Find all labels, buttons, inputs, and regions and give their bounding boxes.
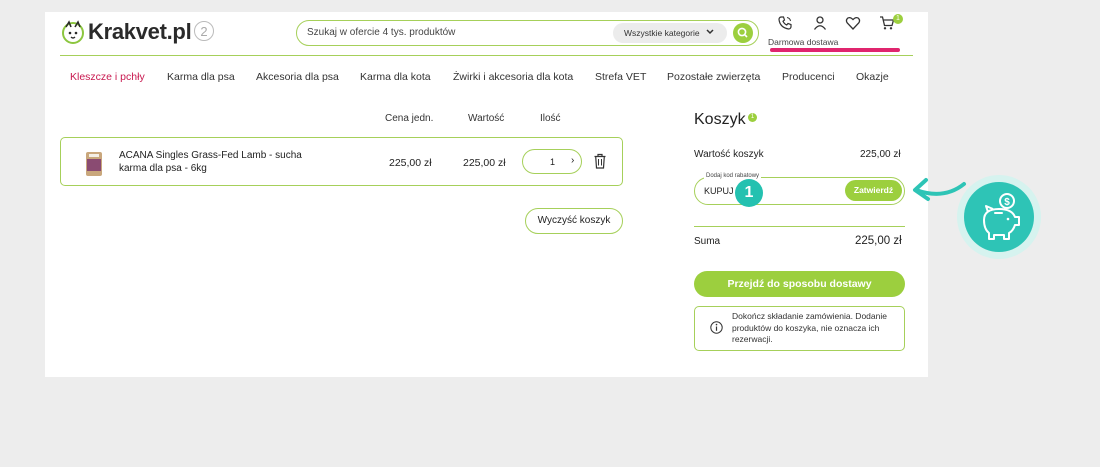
free-delivery-label[interactable]: Darmowa dostawa (768, 37, 838, 47)
category-select[interactable]: Wszystkie kategorie (613, 23, 727, 43)
chevron-right-icon[interactable]: › (571, 155, 574, 166)
cart-count-badge: 1 (893, 14, 903, 24)
search-input[interactable]: Szukaj w ofercie 4 tys. produktów (307, 27, 455, 38)
category-select-label: Wszystkie kategorie (624, 28, 700, 38)
promo-code-field[interactable]: Dodaj kod rabatowy KUPUJ Zatwierdź (694, 173, 905, 205)
chevron-down-icon (706, 29, 714, 35)
summary-divider (694, 226, 905, 227)
column-unit-price: Cena jedn. (385, 113, 434, 124)
item-value: 225,00 zł (463, 157, 506, 169)
nav-item-okazje[interactable]: Okazje (856, 71, 889, 83)
product-thumbnail[interactable] (84, 150, 104, 178)
promo-code-label: Dodaj kod rabatowy (704, 173, 762, 179)
info-icon (710, 321, 723, 334)
clear-cart-button[interactable]: Wyczyść koszyk (525, 208, 623, 234)
quantity-stepper[interactable]: 1 › (522, 149, 582, 174)
trash-icon[interactable] (593, 153, 607, 169)
nav-item-producenci[interactable]: Producenci (782, 71, 835, 83)
nav-item-akcesoria-psa[interactable]: Akcesoria dla psa (256, 71, 339, 83)
svg-text:2: 2 (201, 24, 208, 39)
phone-icon[interactable] (777, 15, 793, 31)
nav-item-karma-psa[interactable]: Karma dla psa (167, 71, 235, 83)
product-name[interactable]: ACANA Singles Grass-Fed Lamb - sucha kar… (119, 149, 329, 175)
header-divider (60, 55, 913, 56)
user-icon[interactable] (812, 15, 828, 31)
column-quantity: Ilość (540, 113, 561, 124)
logo[interactable]: Krakvet.pl 2 (60, 19, 215, 45)
cart-value-label: Wartość koszyk (694, 149, 764, 160)
promo-apply-button[interactable]: Zatwierdź (845, 180, 902, 201)
piggy-bank-coin-icon: $ (983, 193, 1020, 240)
svg-text:$: $ (1004, 197, 1010, 208)
free-delivery-progress (770, 48, 900, 52)
anniversary-badge-icon: 2 (194, 21, 215, 41)
piggy-bank-circle: $ (964, 182, 1034, 252)
nav-item-kleszcze[interactable]: Kleszcze i pchły (70, 71, 145, 83)
reservation-info-text: Dokończ składanie zamówienia. Dodanie pr… (732, 311, 887, 344)
step-number-badge: 1 (735, 179, 763, 207)
search-button[interactable] (733, 23, 753, 43)
nav-item-pozostale[interactable]: Pozostałe zwierzęta (667, 71, 760, 83)
promo-code-input[interactable]: KUPUJ (704, 186, 734, 196)
search-bar[interactable]: Szukaj w ofercie 4 tys. produktów Wszyst… (296, 20, 759, 46)
logo-text: Krakvet.pl (88, 19, 192, 44)
column-value: Wartość (468, 113, 505, 124)
total-label: Suma (694, 236, 721, 247)
reservation-info-box: Dokończ składanie zamówienia. Dodanie pr… (694, 306, 905, 351)
nav-item-strefa-vet[interactable]: Strefa VET (595, 71, 646, 83)
quantity-value: 1 (550, 157, 556, 167)
nav-item-karma-kota[interactable]: Karma dla kota (360, 71, 431, 83)
unit-price: 225,00 zł (389, 157, 432, 169)
cart-title-badge: 1 (748, 113, 757, 122)
search-icon (737, 27, 748, 38)
page-container: Krakvet.pl 2 Szukaj w ofercie 4 tys. pro… (45, 12, 928, 377)
heart-icon[interactable] (845, 15, 861, 31)
total-amount: 225,00 zł (855, 235, 902, 247)
cart-title: Koszyk (694, 111, 746, 128)
cart-value-amount: 225,00 zł (860, 149, 901, 160)
cat-dog-logo-icon (62, 20, 84, 44)
checkout-button[interactable]: Przejdź do sposobu dostawy (694, 271, 905, 297)
nav-item-zwirki[interactable]: Żwirki i akcesoria dla kota (453, 71, 573, 83)
